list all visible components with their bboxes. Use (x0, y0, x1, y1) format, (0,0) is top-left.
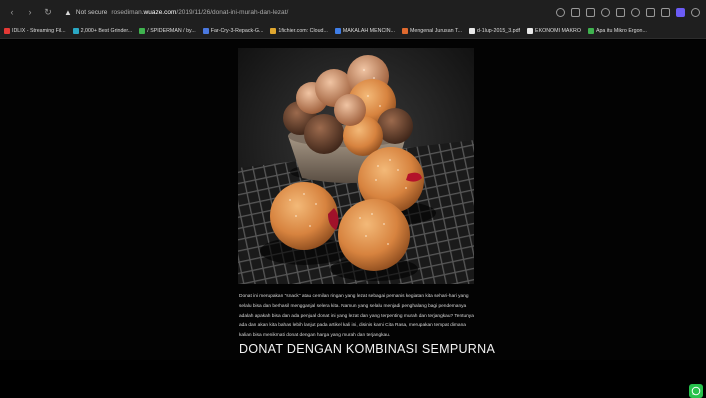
cloud-icon (202, 28, 209, 34)
doc-icon (527, 28, 534, 34)
bookmark-icon (139, 28, 146, 34)
folder-icon (270, 28, 277, 34)
whatsapp-button[interactable] (689, 384, 703, 398)
shield-icon[interactable] (631, 7, 640, 17)
bookmark-label: 1fichier.com: Cloud... (278, 28, 328, 34)
address-bar[interactable]: ▲ Not secure rosediman.wuaze.com/2019/11… (64, 8, 550, 17)
download-icon[interactable] (646, 7, 655, 17)
pdf-icon (469, 28, 476, 34)
install-app-icon[interactable] (571, 7, 580, 17)
bookmark-label: / SPIDERMAN / by... (147, 28, 196, 34)
film-icon (4, 28, 10, 34)
image-icon (587, 28, 594, 34)
toolbar-icons (556, 7, 700, 17)
url-text[interactable]: rosediman.wuaze.com/2019/11/26/donat-ini… (111, 9, 288, 16)
donut-image (238, 48, 474, 284)
article-paragraph: Donat ini merupakan "snack" atau cemilan… (239, 294, 474, 339)
donut-photo (238, 48, 474, 284)
profile-extension-icon[interactable] (676, 7, 685, 17)
bookmark-item[interactable]: 2,000+ Best Grinder... (72, 28, 133, 34)
warning-icon[interactable]: ▲ (64, 8, 72, 17)
vpn-icon[interactable] (601, 7, 610, 17)
bookmark-label: MAKALAH MENCIN... (342, 28, 395, 34)
browser-toolbar: ‹ › ↻ ▲ Not secure rosediman.wuaze.com/2… (0, 0, 706, 24)
article-heading: DONAT DENGAN KOMBINASI SEMPURNA (239, 342, 496, 356)
play-icon[interactable] (616, 7, 625, 17)
bookmark-item[interactable]: Far-Cry-3-Repack-G... (202, 28, 264, 34)
screenshot-icon[interactable] (586, 7, 595, 17)
bookmark-item[interactable]: d-1lup-2015_3.pdf (469, 28, 520, 34)
bookmark-item[interactable]: MAKALAH MENCIN... (334, 28, 395, 34)
bookmark-item[interactable]: 1fichier.com: Cloud... (270, 28, 328, 34)
forward-icon[interactable]: › (24, 7, 36, 17)
search-icon[interactable] (556, 7, 565, 17)
circle-icon (402, 28, 408, 34)
reload-icon[interactable]: ↻ (42, 7, 54, 18)
settings-icon[interactable] (691, 7, 700, 17)
extensions-icon[interactable] (661, 7, 670, 17)
bookmark-item[interactable]: Apa itu Mikro Ergon... (587, 28, 647, 34)
bookmark-label: EKONOMI MAKRO (535, 28, 581, 34)
whatsapp-icon (691, 386, 701, 396)
bookmarks-bar: IDLIX - Streaming Fil... 2,000+ Best Grin… (0, 24, 706, 39)
page-content: Donat ini merupakan "snack" atau cemilan… (0, 40, 706, 398)
bookmark-label: Mengenal Jurusan T... (410, 28, 463, 34)
bookmark-item[interactable]: / SPIDERMAN / by... (139, 28, 196, 34)
image-icon (72, 28, 79, 34)
bookmark-label: Apa itu Mikro Ergon... (595, 28, 647, 34)
bookmark-item[interactable]: Mengenal Jurusan T... (402, 28, 462, 34)
bookmark-label: 2,000+ Best Grinder... (80, 28, 133, 34)
security-label[interactable]: Not secure (76, 9, 107, 16)
bookmark-label: IDLIX - Streaming Fil... (12, 28, 66, 34)
bookmark-label: Far-Cry-3-Repack-G... (210, 28, 264, 34)
globe-icon (334, 28, 341, 34)
bookmark-item[interactable]: IDLIX - Streaming Fil... (4, 28, 66, 34)
bookmark-item[interactable]: EKONOMI MAKRO (527, 28, 581, 34)
bookmark-label: d-1lup-2015_3.pdf (477, 28, 521, 34)
back-icon[interactable]: ‹ (6, 7, 18, 17)
